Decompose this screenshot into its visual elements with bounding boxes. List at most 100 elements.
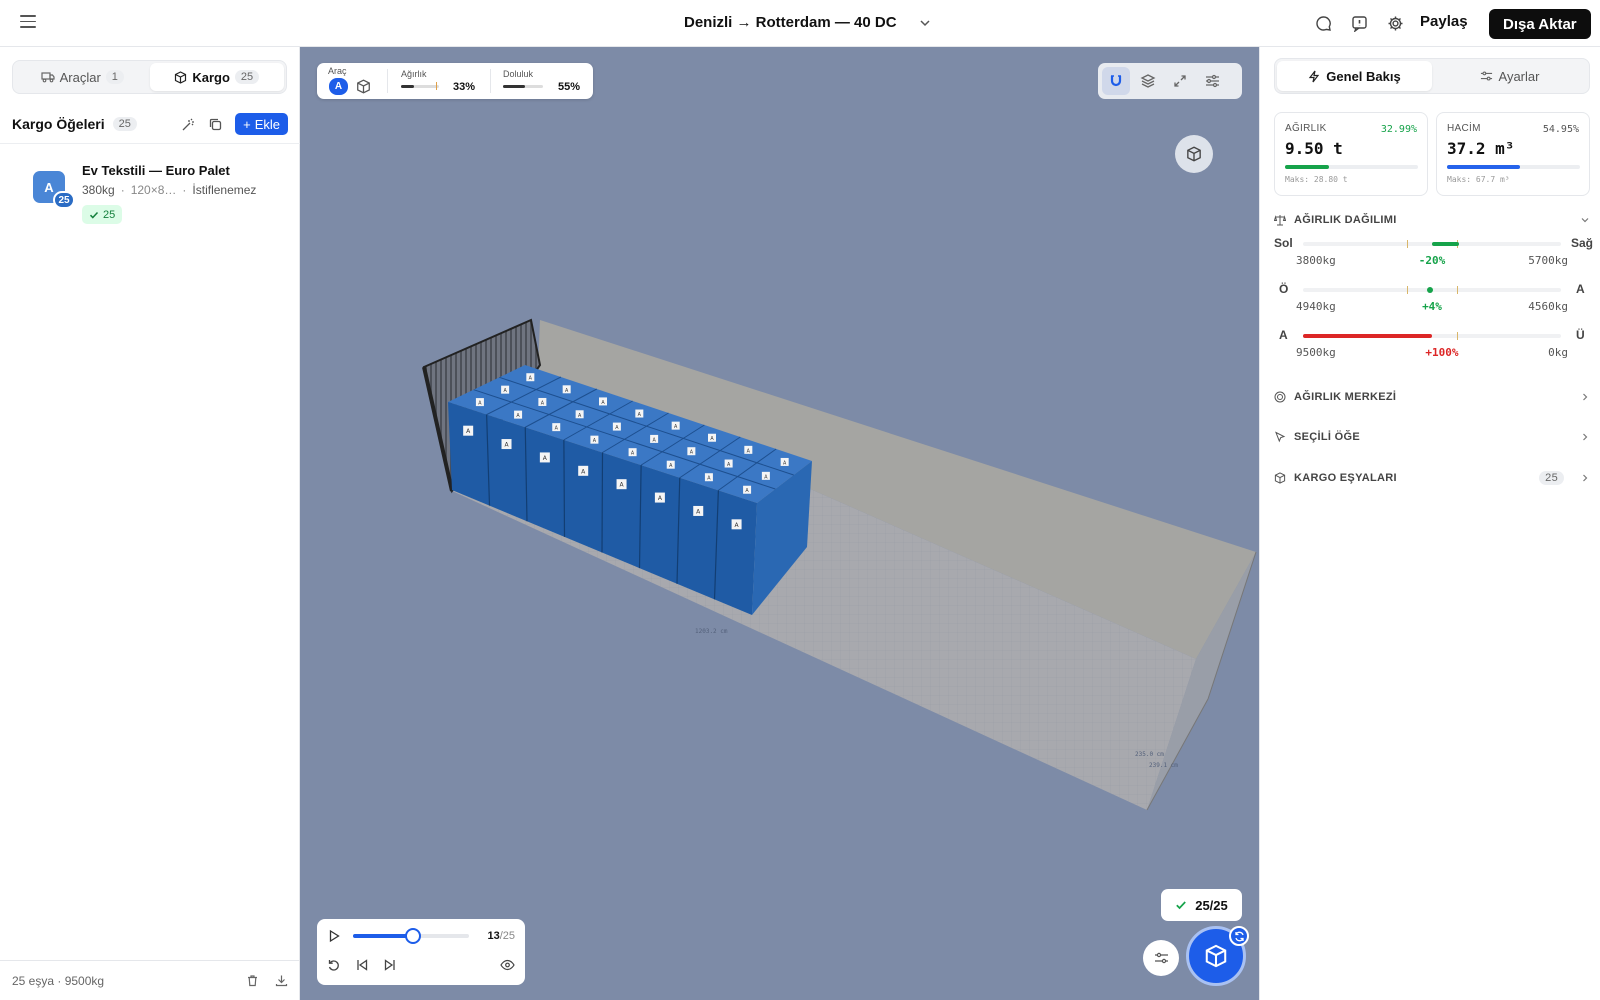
view-settings-button[interactable] (1198, 67, 1226, 95)
center-of-gravity-header[interactable]: AĞIRLIK MERKEZİ (1274, 391, 1590, 403)
distribution-track (1303, 286, 1561, 294)
separator-dot: · (182, 183, 187, 197)
chat-icon[interactable] (1314, 14, 1332, 32)
weight-distribution-header[interactable]: AĞIRLIK DAĞILIMI (1274, 214, 1590, 226)
playback-current: 13 (487, 930, 500, 942)
hud-vehicle-avatar[interactable]: A (329, 78, 348, 95)
weight-card-max: Maks: 28.80 t (1285, 175, 1348, 184)
left-footer: 25 eşya · 9500kg (0, 960, 300, 1000)
distribution-delta: +4% (1422, 300, 1442, 313)
magnet-tool-button[interactable] (1102, 67, 1130, 95)
trash-icon[interactable] (246, 974, 259, 987)
top-bar: Denizli → Rotterdam — 40 DC Paylaş Dışa … (0, 0, 1600, 47)
3d-viewport[interactable]: 1203.2 cm 235.0 cm 239.1 cm AAAAAAAAAAAA… (300, 47, 1259, 1000)
export-button[interactable]: Dışa Aktar (1489, 9, 1591, 39)
cargo-quantity-badge: 25 (53, 191, 75, 209)
tab-settings-label: Ayarlar (1498, 68, 1540, 84)
volume-card-percent: 54.95% (1542, 124, 1579, 135)
filter-button[interactable] (1143, 940, 1179, 976)
box-icon (175, 70, 187, 84)
add-cargo-label: Ekle (254, 116, 280, 132)
hud-weight-label: Ağırlık (401, 69, 427, 79)
cursor-icon (1275, 431, 1286, 443)
box-icon[interactable] (356, 79, 371, 94)
reset-view-button[interactable] (1175, 135, 1213, 173)
add-cargo-button[interactable]: + Ekle (235, 113, 288, 135)
divider (0, 143, 300, 144)
container-scene[interactable]: 1203.2 cm 235.0 cm 239.1 cm AAAAAAAAAAAA… (300, 47, 1259, 1000)
volume-card: HACİM 54.95% 37.2 m³ Maks: 67.7 m³ (1436, 112, 1590, 196)
tab-cargo-label: Kargo (192, 69, 230, 85)
tab-cargo[interactable]: Kargo 25 (149, 63, 284, 91)
cube-icon (1187, 146, 1201, 162)
cargo-box-edge (601, 452, 604, 553)
cargo-meta: 380kg · 120×8… · İstiflenemez (82, 183, 256, 197)
footer-item-count: 25 eşya (12, 973, 55, 988)
hud-vehicle-label: Araç (328, 66, 347, 76)
cargo-list-title: Kargo Öğeleri (12, 116, 105, 132)
feedback-icon[interactable] (1350, 14, 1368, 32)
divider (387, 69, 388, 93)
tab-vehicles[interactable]: Araçlar 1 (15, 63, 150, 91)
play-icon[interactable] (327, 929, 341, 943)
gear-icon[interactable] (1386, 14, 1404, 32)
eye-icon[interactable] (500, 959, 515, 971)
sliders-icon (1154, 952, 1168, 964)
volume-card-value: 37.2 m³ (1447, 139, 1515, 158)
distribution-right-label: A (1576, 282, 1585, 296)
distribution-left-value: 4940kg (1296, 300, 1336, 313)
tab-overview[interactable]: Genel Bakış (1277, 61, 1432, 91)
right-panel: Genel Bakış Ayarlar AĞIRLIK 32.99% 9.50 … (1259, 47, 1600, 1000)
target-icon (1274, 391, 1286, 403)
reset-icon[interactable] (327, 958, 341, 972)
duplicate-icon[interactable] (208, 117, 223, 132)
chevron-right-icon (1583, 433, 1588, 441)
layers-button[interactable] (1134, 67, 1162, 95)
magnet-icon (1110, 75, 1122, 87)
cargo-items-header[interactable]: KARGO EŞYALARI 25 (1274, 471, 1590, 485)
weight-card-value: 9.50 t (1285, 139, 1343, 158)
cargo-list-count: 25 (112, 117, 137, 131)
menu-icon[interactable] (20, 15, 36, 29)
distribution-tick (1407, 240, 1408, 248)
cargo-items-count: 25 (1539, 471, 1564, 485)
cargo-weight: 380kg (82, 183, 115, 197)
tab-vehicles-label: Araçlar (59, 69, 101, 85)
slider-fill (353, 934, 414, 938)
selected-item-header[interactable]: SEÇİLİ ÖĞE (1274, 431, 1590, 443)
sliders-icon (1205, 74, 1219, 88)
distribution-tick (1457, 286, 1458, 294)
share-button[interactable]: Paylaş (1420, 13, 1468, 30)
list-item[interactable]: A 25 Ev Tekstili — Euro Palet 380kg · 12… (33, 159, 288, 229)
tab-settings[interactable]: Ayarlar (1432, 61, 1587, 91)
refresh-icon[interactable] (1229, 926, 1249, 946)
separator-dot: · (120, 183, 125, 197)
weight-distribution-title: AĞIRLIK DAĞILIMI (1294, 214, 1397, 226)
step-forward-icon[interactable] (383, 958, 397, 972)
chevron-right-icon (1583, 474, 1588, 482)
distribution-tick (1457, 332, 1458, 340)
distribution-left-label: Ö (1279, 282, 1289, 296)
project-title-selector[interactable]: Denizli → Rotterdam — 40 DC (684, 14, 931, 31)
chevron-right-icon (1583, 393, 1588, 401)
tab-vehicles-count: 1 (105, 70, 124, 84)
distribution-right-value: 5700kg (1528, 254, 1568, 267)
dimension-label-height: 235.0 cm (1135, 751, 1164, 758)
playback-slider[interactable] (353, 928, 469, 944)
cargo-list-header: Kargo Öğeleri 25 + Ekle (12, 113, 288, 135)
distribution-track (1303, 240, 1561, 248)
magic-wand-icon[interactable] (181, 117, 196, 132)
check-icon (1176, 901, 1187, 910)
slider-thumb[interactable] (405, 928, 422, 944)
download-icon[interactable] (275, 974, 288, 987)
weight-card: AĞIRLIK 32.99% 9.50 t Maks: 28.80 t (1274, 112, 1428, 196)
right-tabs: Genel Bakış Ayarlar (1274, 58, 1590, 94)
step-back-icon[interactable] (355, 958, 369, 972)
left-tabs: Araçlar 1 Kargo 25 (12, 60, 287, 94)
chevron-down-icon (1581, 218, 1589, 223)
hud-weight-bar (401, 85, 439, 88)
fullscreen-button[interactable] (1166, 67, 1194, 95)
volume-card-max: Maks: 67.7 m³ (1447, 175, 1510, 184)
cargo-box-edge (563, 439, 566, 537)
tab-overview-label: Genel Bakış (1326, 68, 1401, 84)
